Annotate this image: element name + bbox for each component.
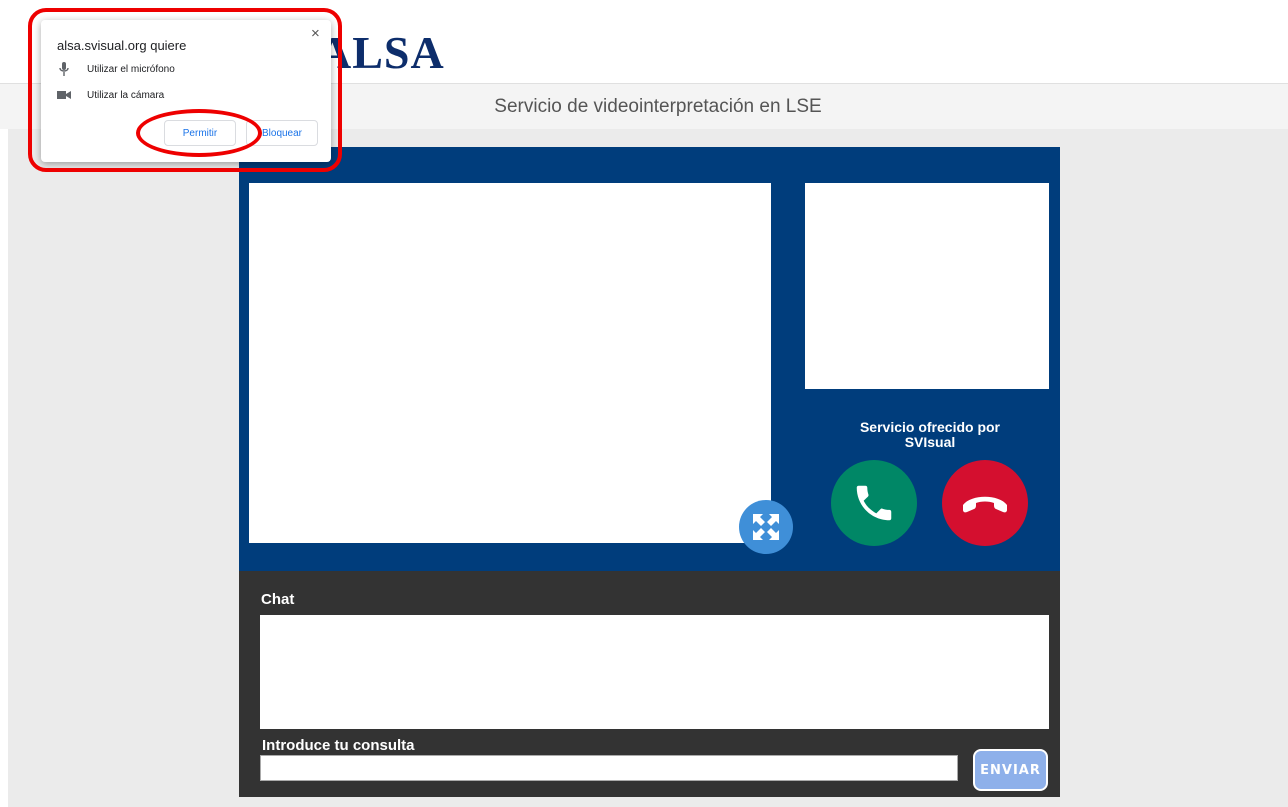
interpreter-video [249,183,771,543]
page-title: Servicio de videointerpretación en LSE [494,95,822,117]
chat-label: Chat [261,591,295,608]
service-provider-text: Servicio ofrecido por SVIsual [805,420,1055,450]
expand-icon [753,514,779,540]
videocall-panel: Servicio ofrecido por SVIsual Chat Intro… [239,147,1060,797]
send-button[interactable]: ENVIAR [973,749,1048,791]
query-label: Introduce tu consulta [262,737,415,754]
left-edge [0,129,8,807]
chat-messages[interactable] [260,615,1049,729]
highlight-ellipse [136,109,262,157]
service-line1: Servicio ofrecido por [859,419,1001,435]
fullscreen-button[interactable] [739,500,793,554]
self-video [805,183,1049,389]
query-input[interactable] [260,755,958,781]
hang-up-button[interactable] [942,460,1028,546]
service-line2: SVIsual [904,434,956,450]
hang-up-icon [963,496,1007,513]
call-button[interactable] [831,460,917,546]
phone-icon [856,485,892,521]
